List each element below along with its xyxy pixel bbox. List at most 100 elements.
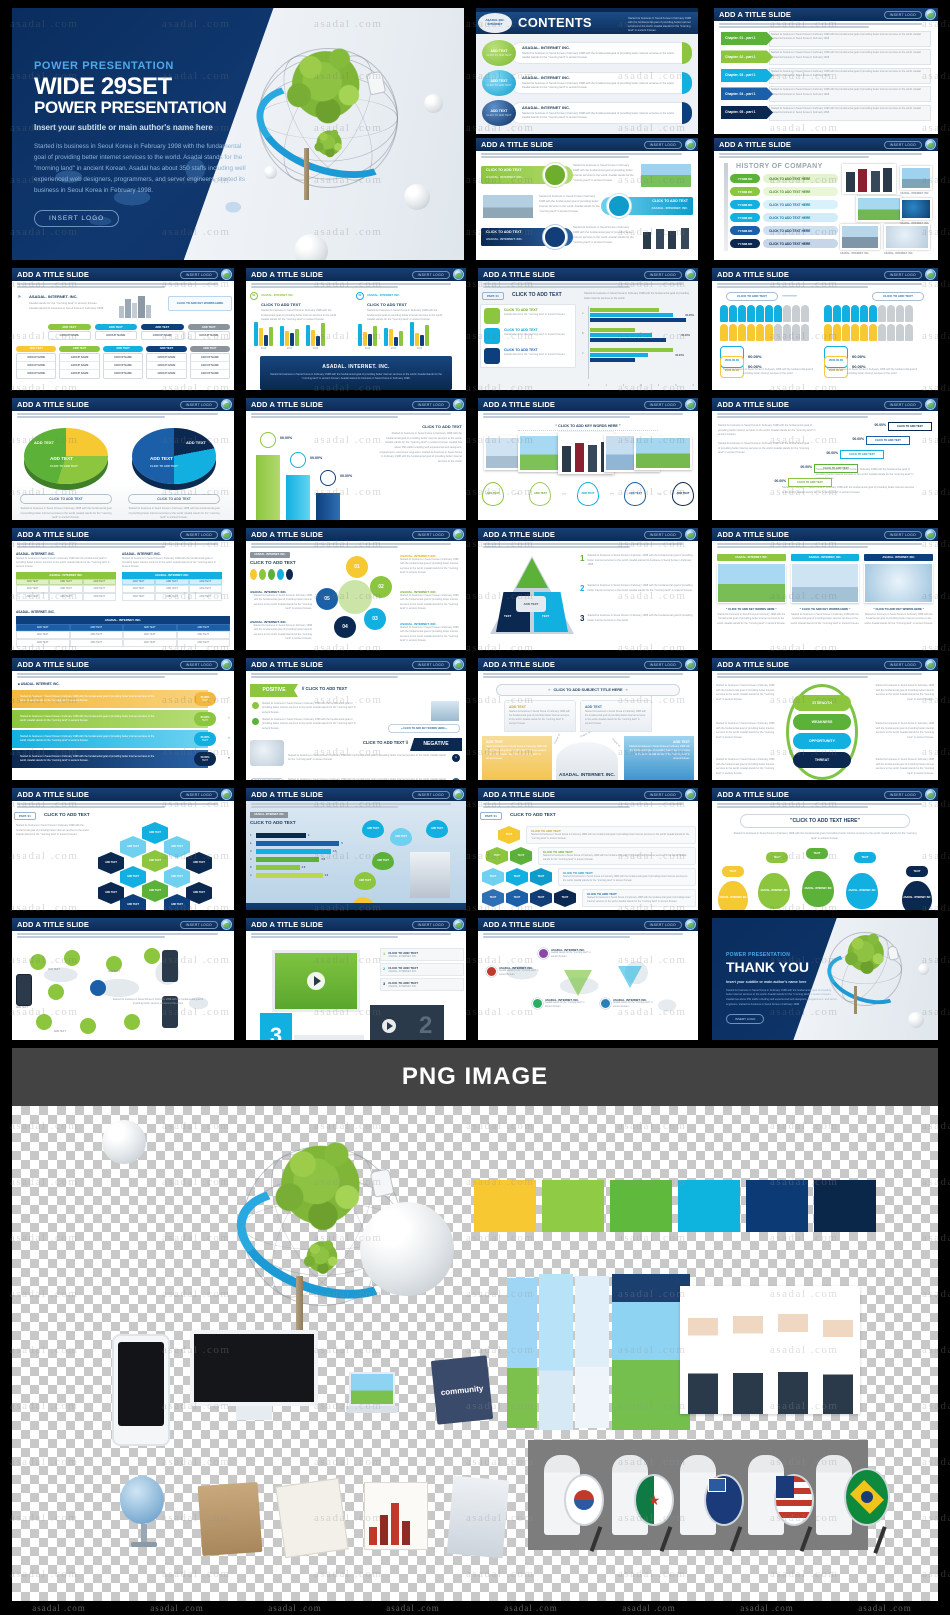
bubble[interactable]: ADD TEXT	[390, 827, 412, 846]
chapter-list-slide[interactable]: ADD A TITLE SLIDE INSERT LOGO Started it…	[714, 8, 938, 134]
petal-diagram-slide[interactable]: ADD A TITLE SLIDE INSERT LOGO ASADAL. INT…	[246, 528, 466, 650]
keyword-box[interactable]: CLICK TO ADD KEY WORDS HERE	[250, 777, 284, 780]
insert-logo-badge[interactable]: INSERT LOGO	[643, 141, 682, 149]
ribbon-band[interactable]: Started its business in Seoul Korea in F…	[12, 729, 208, 748]
insert-logo-badge[interactable]: INSERT LOGO	[643, 661, 682, 669]
subject-bar[interactable]: » CLICK TO ADD SUBJECT TITLE HERE «	[496, 683, 680, 696]
node-icon[interactable]	[36, 1013, 52, 1030]
bubble[interactable]: ADD TEXT	[426, 819, 448, 838]
keyword-box[interactable]: « CLICK TO ADD KEY WORDS HERE »	[388, 723, 460, 733]
org-node[interactable]: ADD TEXT GROUP NAME GROUP NAME GROUP NAM…	[102, 345, 144, 379]
table-section[interactable]: ASADAL. INTERNET. INC. Started its busin…	[122, 552, 222, 601]
contents-row[interactable]: ADD TEXT CLICK TO ADD TEXT ASADAL. INTER…	[482, 70, 692, 96]
negative-item[interactable]: Started its business in Seoul Korea in F…	[288, 777, 460, 780]
petal-cluster[interactable]: 01 02 03 04 05	[316, 555, 396, 638]
node-icon[interactable]	[90, 979, 106, 996]
chapter-row[interactable]: Started its business in Seoul Korea in F…	[719, 86, 933, 103]
history-row[interactable]: YY.MM.DD CLICK TO ADD TEXT HERE	[730, 174, 838, 184]
org-node[interactable]: ADD TEXT GROUP NAME	[187, 323, 230, 340]
pie-left[interactable]: ADD TEXT ADD TEXT CLICK TO ADD TEXT	[24, 427, 108, 484]
insert-logo-badge[interactable]: INSERT LOGO	[179, 271, 218, 279]
chip[interactable]: TEXT	[766, 851, 788, 863]
insert-logo-badge[interactable]: INSERT LOGO	[411, 401, 450, 409]
step-cta[interactable]: CLICK TO ADD TEXT	[840, 449, 884, 459]
video-list-item[interactable]: 3 CLICK TO ADD TEXT ASADAL. INTERNET. INC…	[380, 977, 464, 991]
pin-marker[interactable]: ADD TEXT	[671, 481, 694, 506]
cta-left[interactable]: CLICK TO ADD TEXT	[726, 291, 778, 301]
chip[interactable]: TEXT	[806, 847, 828, 859]
video-list-item[interactable]: 1 CLICK TO ADD TEXT ASADAL. INTERNET. INC…	[380, 947, 464, 961]
contents-row-badge[interactable]: ADD TEXT CLICK TO ADD TEXT	[482, 40, 516, 66]
photo-thumb[interactable]	[634, 435, 692, 470]
balloon[interactable]: ASADAL. INTERNET. INC	[902, 880, 932, 910]
cta-button[interactable]: CLICK TO ADD TEXT	[128, 493, 220, 504]
pin-marker[interactable]: ADD TEXT	[529, 481, 552, 506]
cta-right[interactable]: CLICK TO ADD TEXT	[872, 291, 924, 301]
insert-logo-button[interactable]: INSERT LOGO	[726, 1014, 765, 1025]
fan-quadrant[interactable]: ADD TEXT Started its business in Seoul K…	[482, 735, 552, 780]
pin-marker[interactable]: ADD TEXT	[576, 481, 599, 506]
icon-list-item[interactable]: CLICK TO ADD TEXT Asadal stands for the "…	[484, 327, 572, 344]
pyramid-graphic[interactable]: 1 TEXT TEXT ADD TEXT	[490, 555, 574, 634]
flag-pin[interactable]: ASADAL. INTERNET. INC. Asadal stands for …	[538, 947, 593, 960]
three-card-slide[interactable]: ADD A TITLE SLIDE INSERT LOGO ASADAL. INT…	[712, 528, 938, 650]
bubble[interactable]: ADD TEXT	[354, 871, 376, 890]
banner-box[interactable]: ASADAL. INTERNET. INC. Started its busin…	[260, 355, 452, 390]
org-node[interactable]: ADD TEXT GROUP NAME	[48, 323, 91, 340]
media-card[interactable]: ASADAL. INTERNET. INC. “ CLICK TO ADD KE…	[864, 553, 934, 650]
insert-logo-badge[interactable]: INSERT LOGO	[411, 921, 450, 929]
fan-quadrant[interactable]: ADD TEXT Started its business in Seoul K…	[580, 699, 652, 732]
org-node[interactable]: ADD TEXT GROUP NAME GROUP NAME GROUP NAM…	[189, 345, 231, 379]
org-node[interactable]: ADD TEXT GROUP NAME GROUP NAME GROUP NAM…	[59, 345, 100, 379]
insert-logo-badge[interactable]: INSERT LOGO	[883, 531, 922, 539]
balloon[interactable]: ASADAL. INTERNET. INC	[718, 880, 748, 910]
node-icon[interactable]	[64, 949, 80, 966]
bubble[interactable]: ADD TEXT	[362, 819, 384, 838]
node-icon[interactable]	[124, 1013, 140, 1030]
history-row[interactable]: YY.MM.DD CLICK TO ADD TEXT HERE	[730, 200, 838, 210]
swot-slide[interactable]: ADD A TITLE SLIDE INSERT LOGO Started its…	[712, 658, 938, 780]
contents-row-badge[interactable]: ADD TEXT CLICK TO ADD TEXT	[482, 100, 516, 126]
balloon[interactable]: ASADAL. INTERNET. INC	[802, 870, 834, 907]
pin-marker[interactable]: ADD TEXT	[482, 481, 504, 506]
org-node[interactable]: ADD TEXT GROUP NAME GROUP NAME GROUP NAM…	[16, 345, 57, 379]
pie-chart-slide[interactable]: ADD A TITLE SLIDE INSERT LOGO ADD TEXT AD…	[12, 398, 234, 520]
pyramid-slide[interactable]: ADD A TITLE SLIDE INSERT LOGO 1 TEXT TEXT…	[478, 528, 698, 650]
column-chart-slide[interactable]: ADD A TITLE SLIDE INSERT LOGO 01 ASADAL. …	[246, 268, 466, 390]
tower-bar[interactable]	[256, 454, 280, 520]
hex-cluster-slide[interactable]: ADD A TITLE SLIDE INSERT LOGO PART. 01 CL…	[12, 788, 234, 910]
insert-logo-badge[interactable]: INSERT LOGO	[643, 791, 682, 799]
hexlist-row[interactable]: TEXT TEXT TEXT TEXT CLICK TO ADD TEXT St…	[480, 888, 696, 907]
step-cta[interactable]: CLICK TO ADD TEXT	[866, 435, 910, 445]
insert-logo-badge[interactable]: INSERT LOGO	[179, 791, 218, 799]
table-section[interactable]: ASADAL. INTERNET. INC. Started its busin…	[16, 552, 116, 601]
bar-city-slide[interactable]: ADD A TITLE SLIDE INSERT LOGO ASADAL. INT…	[246, 788, 466, 910]
media-card[interactable]: ASADAL. INTERNET. INC. “ CLICK TO ADD KE…	[717, 553, 786, 650]
insert-logo-badge[interactable]: INSERT LOGO	[411, 271, 450, 279]
ribbon-band[interactable]: Started its business in Seoul Korea in F…	[12, 689, 208, 708]
org-node[interactable]: ADD TEXT GROUP NAME GROUP NAME GROUP NAM…	[146, 345, 187, 379]
negative-item[interactable]: Started its business in Seoul Korea in F…	[288, 753, 460, 763]
step-cta[interactable]: CLICK TO ADD TEXT	[888, 421, 932, 431]
positive-negative-slide[interactable]: ADD A TITLE SLIDE INSERT LOGO POSITIVE //…	[246, 658, 466, 780]
node-icon[interactable]	[48, 983, 64, 1000]
org-chart-slide[interactable]: ADD A TITLE SLIDE INSERT LOGO » ASADAL. I…	[12, 268, 234, 390]
media-card[interactable]: ASADAL. INTERNET. INC. “ CLICK TO ADD KE…	[790, 553, 860, 650]
tower-chart-slide[interactable]: ADD A TITLE SLIDE INSERT LOGO CLICK TO AD…	[246, 398, 466, 520]
hero-title-slide[interactable]: POWER PRESENTATION WIDE 29SET POWER PRES…	[12, 8, 464, 260]
flag-pin[interactable]: ASADAL. INTERNET. INC. Asadal stands for …	[486, 965, 541, 978]
hexlist-row[interactable]: TEXT TEXT TEXT CLICK TO ADD TEXT Started…	[480, 867, 696, 886]
gallery-slide[interactable]: ADD A TITLE SLIDE INSERT LOGO “ CLICK TO …	[478, 398, 698, 520]
video-player[interactable]	[272, 949, 360, 1012]
chapter-row[interactable]: Started its business in Seoul Korea in F…	[719, 67, 933, 85]
flags-map-slide[interactable]: ADD A TITLE SLIDE INSERT LOGO ASADAL. INT…	[478, 918, 698, 1040]
insert-logo-button[interactable]: INSERT LOGO	[34, 209, 120, 227]
band-row[interactable]: CLICK TO ADD TEXT ASADAL. INTERNET. INC.…	[481, 223, 693, 252]
insert-logo-badge[interactable]: INSERT LOGO	[179, 661, 218, 669]
balloon[interactable]: ASADAL. INTERNET. INC	[758, 872, 790, 909]
flag-pin[interactable]: ASADAL. INTERNET. INC. Asadal stands for …	[532, 997, 587, 1010]
pin-marker[interactable]: ADD TEXT	[624, 481, 647, 506]
icon-list-item[interactable]: CLICK TO ADD TEXT Asadal stands for the "…	[484, 307, 572, 324]
tower-bar[interactable]	[286, 474, 310, 520]
keyword-box[interactable]: CLICK TO ADD KEY WORDS HERE	[168, 295, 232, 311]
